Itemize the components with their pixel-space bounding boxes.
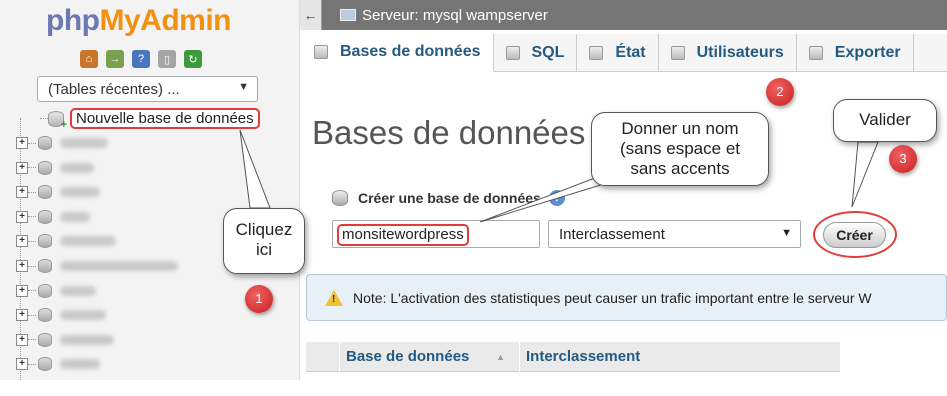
step-badge-1: 1: [245, 285, 273, 313]
callout-tail-validate: [851, 141, 879, 208]
callout-tails: [239, 129, 879, 223]
callout-tail-click-here: [239, 129, 271, 209]
step-badge-3: 3: [889, 145, 917, 173]
callout-validate: Valider: [833, 99, 937, 142]
step-badge-2: 2: [766, 78, 794, 106]
callout-click-here: Cliquez ici: [223, 208, 305, 274]
callout-give-name: Donner un nom (sans espace et sans accen…: [591, 112, 769, 186]
